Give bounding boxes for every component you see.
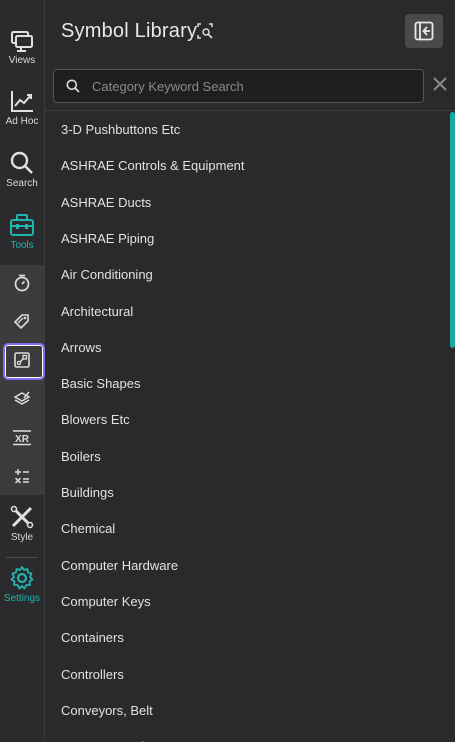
- rail-item-search[interactable]: Search: [0, 150, 44, 189]
- category-list-item[interactable]: Controllers: [61, 665, 124, 685]
- list-scrollbar[interactable]: [450, 112, 455, 348]
- rail-label-views: Views: [8, 55, 36, 66]
- collapse-panel-button[interactable]: [405, 14, 443, 48]
- category-list: 3-D Pushbuttons Etc ASHRAE Controls & Equ…: [45, 112, 449, 742]
- category-list-item[interactable]: Air Conditioning: [61, 265, 153, 285]
- category-list-item[interactable]: Chemical: [61, 519, 115, 539]
- category-list-item[interactable]: ASHRAE Ducts: [61, 193, 151, 213]
- category-list-item[interactable]: Conveyors, Belt: [61, 701, 153, 721]
- calculator-icon: [14, 469, 29, 484]
- rail-item-settings[interactable]: Settings: [0, 565, 44, 604]
- subtool-timer[interactable]: [0, 274, 44, 292]
- symbol-library-icon: [14, 352, 30, 368]
- category-list-item[interactable]: Conveyors, Misc: [61, 737, 157, 742]
- zoom-select-icon[interactable]: [197, 23, 213, 39]
- clear-search-icon[interactable]: [432, 76, 448, 92]
- header-divider: [45, 110, 455, 111]
- category-list-item[interactable]: ASHRAE Controls & Equipment: [61, 156, 245, 176]
- symbol-library-panel: Symbol Library 3-D Pushbuttons Etc ASHRAE…: [45, 0, 455, 742]
- navigation-rail: Views Ad Hoc Search Tools XR Style Setti…: [0, 0, 45, 742]
- category-list-item[interactable]: Arrows: [61, 338, 101, 358]
- subtool-calculator[interactable]: [0, 467, 44, 485]
- rail-item-tools[interactable]: Tools: [0, 212, 44, 251]
- tools-subpanel: [0, 265, 44, 495]
- category-list-item[interactable]: Boilers: [61, 447, 101, 467]
- subtool-tag[interactable]: [0, 312, 44, 330]
- category-search-input[interactable]: [92, 70, 412, 102]
- category-list-item[interactable]: Containers: [61, 628, 124, 648]
- rail-label-settings: Settings: [3, 593, 41, 604]
- category-search[interactable]: [53, 69, 424, 103]
- subtool-symbol-library[interactable]: [0, 351, 44, 369]
- category-list-item[interactable]: Buildings: [61, 483, 114, 503]
- rail-label-ad-hoc: Ad Hoc: [5, 116, 39, 127]
- style-icon: [10, 505, 34, 529]
- tag-icon: [13, 314, 29, 330]
- category-list-item[interactable]: Architectural: [61, 302, 133, 322]
- search-icon: [66, 79, 80, 93]
- svg-text:XR: XR: [15, 434, 30, 445]
- rail-item-ad-hoc[interactable]: Ad Hoc: [0, 88, 44, 127]
- rail-label-style: Style: [10, 532, 34, 543]
- category-list-item[interactable]: 3-D Pushbuttons Etc: [61, 120, 180, 140]
- views-icon: [11, 31, 33, 52]
- xr-icon: XR: [13, 430, 31, 446]
- rail-divider: [6, 557, 38, 558]
- category-list-item[interactable]: ASHRAE Piping: [61, 229, 154, 249]
- rail-label-search: Search: [6, 178, 38, 189]
- rail-label-tools: Tools: [10, 240, 34, 251]
- ad-hoc-chart-icon: [11, 91, 33, 112]
- timer-icon: [14, 274, 30, 292]
- gear-icon: [10, 566, 34, 590]
- category-list-item[interactable]: Computer Hardware: [61, 556, 178, 576]
- toolbox-icon: [10, 214, 34, 236]
- category-list-item[interactable]: Computer Keys: [61, 592, 151, 612]
- category-list-item[interactable]: Basic Shapes: [61, 374, 141, 394]
- category-list-item[interactable]: Blowers Etc: [61, 410, 130, 430]
- subtool-xr[interactable]: XR: [0, 428, 44, 446]
- subtool-layers-edit[interactable]: [0, 389, 44, 407]
- search-icon: [10, 151, 33, 174]
- layers-edit-icon: [13, 391, 31, 405]
- panel-title: Symbol Library: [61, 20, 198, 42]
- collapse-panel-icon: [414, 21, 434, 41]
- rail-item-style[interactable]: Style: [0, 504, 44, 543]
- rail-item-views[interactable]: Views: [0, 27, 44, 66]
